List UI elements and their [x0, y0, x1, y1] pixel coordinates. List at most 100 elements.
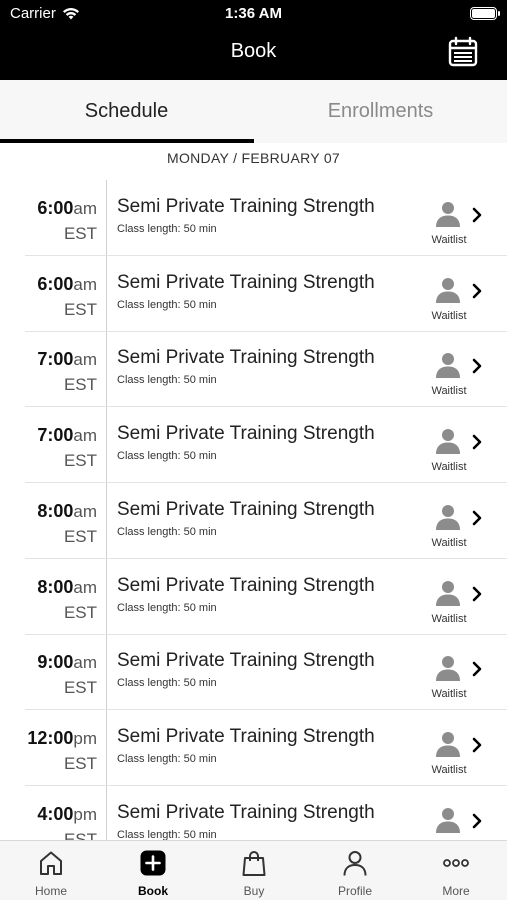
- class-time: 6:00am EST: [37, 196, 97, 246]
- class-name: Semi Private Training Strength: [117, 498, 375, 520]
- class-time-hm: 6:00: [37, 273, 74, 294]
- person-icon[interactable]: [434, 200, 462, 228]
- class-timezone: EST: [63, 602, 97, 622]
- class-time: 8:00am EST: [37, 575, 97, 625]
- shopping-bag-icon: [242, 851, 266, 876]
- selected-tab-indicator: [0, 139, 254, 143]
- chevron-right-icon[interactable]: [470, 206, 484, 224]
- chevron-right-icon[interactable]: [470, 282, 484, 300]
- class-row[interactable]: 8:00am EST Semi Private Training Strengt…: [0, 559, 507, 635]
- tab-enrollments[interactable]: Enrollments: [254, 80, 507, 143]
- class-length: Class length: 50 min: [117, 450, 217, 463]
- waitlist-label[interactable]: Waitlist: [424, 613, 474, 625]
- waitlist-label[interactable]: Waitlist: [424, 385, 474, 397]
- chevron-right-icon[interactable]: [470, 812, 484, 830]
- battery-icon: [470, 7, 500, 20]
- person-icon[interactable]: [434, 654, 462, 682]
- class-time: 4:00pm EST: [37, 802, 97, 840]
- class-length: Class length: 50 min: [117, 828, 217, 840]
- class-row[interactable]: 8:00am EST Semi Private Training Strengt…: [0, 483, 507, 559]
- class-list[interactable]: 6:00am EST Semi Private Training Strengt…: [0, 180, 507, 840]
- class-row[interactable]: 12:00pm EST Semi Private Training Streng…: [0, 710, 507, 786]
- class-length: Class length: 50 min: [117, 298, 217, 311]
- class-name: Semi Private Training Strength: [117, 271, 375, 293]
- status-time: 1:36 AM: [225, 5, 282, 22]
- class-time-hm: 8:00: [37, 500, 74, 521]
- chevron-right-icon[interactable]: [470, 509, 484, 527]
- class-row[interactable]: 7:00am EST Semi Private Training Strengt…: [0, 407, 507, 484]
- class-length: Class length: 50 min: [117, 601, 217, 614]
- person-icon[interactable]: [434, 503, 462, 531]
- nav-more[interactable]: More: [405, 841, 507, 900]
- class-time-ampm: pm: [73, 804, 97, 824]
- class-timezone: EST: [63, 451, 97, 471]
- waitlist-label[interactable]: Waitlist: [424, 310, 474, 322]
- class-time-hm: 9:00: [37, 652, 74, 673]
- person-icon[interactable]: [434, 806, 462, 834]
- class-time-hm: 8:00: [37, 576, 74, 597]
- waitlist-label[interactable]: Waitlist: [424, 461, 474, 473]
- bottom-tab-bar: Home Book Buy Profile More: [0, 840, 507, 900]
- class-row[interactable]: 7:00am EST Semi Private Training Strengt…: [0, 331, 507, 408]
- class-timezone: EST: [63, 299, 97, 319]
- class-time-hm: 7:00: [37, 425, 74, 446]
- nav-buy-label: Buy: [243, 884, 265, 898]
- chevron-right-icon[interactable]: [470, 736, 484, 754]
- class-time: 7:00am EST: [37, 423, 97, 473]
- class-time: 6:00am EST: [37, 272, 97, 322]
- nav-home-label: Home: [34, 884, 67, 898]
- chevron-right-icon[interactable]: [470, 660, 484, 678]
- chevron-right-icon[interactable]: [470, 433, 484, 451]
- waitlist-label[interactable]: Waitlist: [424, 688, 474, 700]
- waitlist-label[interactable]: Waitlist: [424, 537, 474, 549]
- nav-book[interactable]: Book: [102, 841, 204, 900]
- class-row[interactable]: 9:00am EST Semi Private Training Strengt…: [0, 634, 507, 711]
- person-icon[interactable]: [434, 579, 462, 607]
- chevron-right-icon[interactable]: [470, 585, 484, 603]
- person-icon[interactable]: [434, 730, 462, 758]
- class-row[interactable]: 6:00am EST Semi Private Training Strengt…: [0, 180, 507, 256]
- waitlist-label[interactable]: Waitlist: [424, 234, 474, 246]
- class-timezone: EST: [63, 526, 97, 546]
- chevron-right-icon[interactable]: [470, 357, 484, 375]
- person-icon[interactable]: [434, 427, 462, 455]
- person-icon[interactable]: [434, 351, 462, 379]
- class-name: Semi Private Training Strength: [117, 801, 375, 823]
- class-timezone: EST: [63, 678, 97, 698]
- class-row[interactable]: 4:00pm EST Semi Private Training Strengt…: [0, 786, 507, 840]
- nav-home[interactable]: Home: [0, 841, 102, 900]
- status-bar: Carrier 1:36 AM: [0, 5, 507, 23]
- class-name: Semi Private Training Strength: [117, 574, 375, 596]
- class-length: Class length: 50 min: [117, 752, 217, 765]
- calendar-icon[interactable]: [447, 36, 479, 68]
- class-time-ampm: am: [73, 653, 97, 673]
- class-time: 8:00am EST: [37, 499, 97, 549]
- class-time: 7:00am EST: [37, 347, 97, 397]
- home-icon: [40, 851, 62, 875]
- class-time-ampm: am: [73, 199, 97, 218]
- class-length: Class length: 50 min: [117, 223, 217, 235]
- nav-book-label: Book: [138, 884, 168, 898]
- class-length: Class length: 50 min: [117, 374, 217, 387]
- class-row[interactable]: 6:00am EST Semi Private Training Strengt…: [0, 256, 507, 332]
- nav-profile[interactable]: Profile: [304, 841, 406, 900]
- class-time-ampm: am: [73, 426, 97, 446]
- class-time: 12:00pm EST: [27, 726, 97, 776]
- class-time-hm: 6:00: [37, 198, 74, 218]
- class-length: Class length: 50 min: [117, 525, 217, 538]
- user-icon: [343, 851, 367, 876]
- class-time-ampm: am: [73, 577, 97, 597]
- page-title: Book: [230, 40, 277, 62]
- class-time: 9:00am EST: [37, 650, 97, 700]
- plus-square-icon: [140, 850, 166, 876]
- more-dots-icon: [443, 859, 469, 867]
- segment-tabs: Schedule Enrollments: [0, 80, 507, 143]
- top-bar: Carrier 1:36 AM Book: [0, 0, 507, 80]
- nav-buy[interactable]: Buy: [203, 841, 305, 900]
- class-timezone: EST: [63, 375, 97, 395]
- waitlist-label[interactable]: Waitlist: [424, 764, 474, 776]
- person-icon[interactable]: [434, 276, 462, 304]
- tab-schedule[interactable]: Schedule: [0, 80, 253, 143]
- class-name: Semi Private Training Strength: [117, 423, 375, 445]
- class-time-ampm: pm: [73, 728, 97, 748]
